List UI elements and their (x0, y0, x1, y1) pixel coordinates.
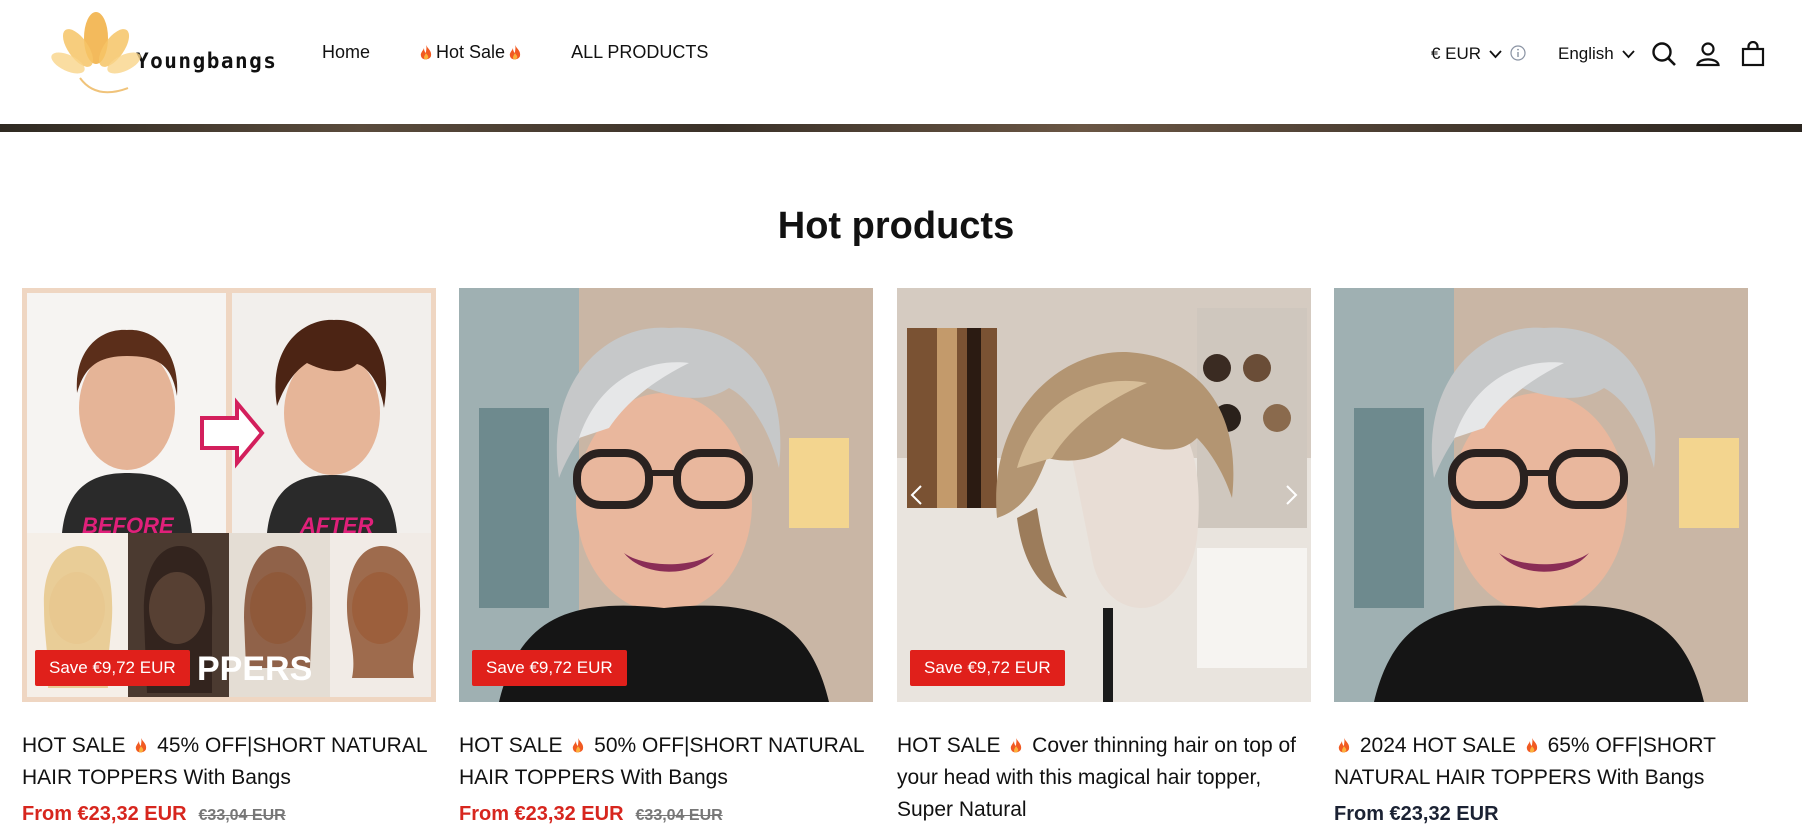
product-title[interactable]: 2024 HOT SALE 65% OFF|SHORT NATURAL HAIR… (1334, 730, 1748, 794)
fire-icon (1338, 738, 1350, 753)
fire-icon (136, 738, 147, 753)
chevron-down-icon (1622, 49, 1635, 58)
product-card[interactable]: Save €9,72 EUR HOT SALE Cover thinning h… (897, 288, 1311, 826)
fire-icon (420, 44, 432, 59)
after-label: AFTER (299, 513, 373, 538)
product-title[interactable]: HOT SALE 50% OFF|SHORT NATURAL HAIR TOPP… (459, 730, 873, 794)
title-prefix: HOT SALE (22, 734, 126, 757)
image-overlay-word: PPERS (197, 650, 312, 688)
chevron-down-icon (1489, 49, 1502, 58)
product-card[interactable]: 2024 HOT SALE 65% OFF|SHORT NATURAL HAIR… (1334, 288, 1748, 826)
fire-icon (1526, 738, 1537, 753)
currency-selector[interactable]: € EUR (1431, 44, 1502, 64)
product-image[interactable]: Save €9,72 EUR (459, 288, 873, 702)
product-card[interactable]: Save €9,72 EUR HOT SALE 50% OFF|SHORT NA… (459, 288, 873, 826)
title-prefix: 2024 HOT SALE (1359, 734, 1516, 757)
nav-hot-sale[interactable]: Hot Sale (416, 42, 525, 63)
cart-icon[interactable] (1739, 40, 1767, 68)
product-image[interactable] (1334, 288, 1748, 702)
nav-all-products[interactable]: ALL PRODUCTS (571, 42, 708, 63)
product-card[interactable]: BEFORE AFTER PPERS Save €9,72 EUR HOT SA… (22, 288, 436, 826)
title-prefix: HOT SALE (897, 734, 1001, 757)
brand-logo[interactable]: Youngbangs (50, 8, 280, 100)
compare-price: €33,04 EUR (635, 807, 723, 824)
price-row: From €23,32 EUR (1334, 803, 1748, 826)
language-selector[interactable]: English (1558, 44, 1635, 64)
sale-badge: Save €9,72 EUR (910, 650, 1065, 686)
carousel-next-icon[interactable] (1279, 478, 1305, 512)
sale-badge: Save €9,72 EUR (35, 650, 190, 686)
info-icon[interactable] (1510, 45, 1526, 66)
site-header: Youngbangs Home Hot Sale ALL PRODUCTS € … (0, 0, 1802, 124)
currency-value: € EUR (1431, 44, 1482, 63)
account-icon[interactable] (1694, 40, 1722, 68)
nav-hot-sale-label: Hot Sale (436, 42, 506, 62)
product-title[interactable]: HOT SALE 45% OFF|SHORT NATURAL HAIR TOPP… (22, 730, 436, 794)
sale-price: From €23,32 EUR (459, 803, 624, 825)
brand-name: Youngbangs (136, 49, 278, 73)
product-image[interactable]: Save €9,72 EUR (897, 288, 1311, 702)
product-title[interactable]: HOT SALE Cover thinning hair on top of y… (897, 730, 1311, 826)
fire-icon (509, 44, 521, 59)
fire-icon (1011, 738, 1022, 753)
before-label: BEFORE (82, 513, 175, 538)
nav-home[interactable]: Home (322, 42, 370, 63)
product-image[interactable]: BEFORE AFTER PPERS Save €9,72 EUR (22, 288, 436, 702)
compare-price: €33,04 EUR (198, 807, 286, 824)
section-title: Hot products (777, 205, 1015, 247)
fire-icon (573, 738, 584, 753)
language-value: English (1558, 44, 1614, 63)
search-icon[interactable] (1650, 40, 1678, 68)
hero-banner-edge (0, 124, 1802, 132)
price-row: From €23,32 EUR €33,04 EUR (22, 803, 436, 826)
sale-price: From €23,32 EUR (22, 803, 187, 825)
sale-badge: Save €9,72 EUR (472, 650, 627, 686)
sale-price: From €23,32 EUR (1334, 803, 1499, 825)
title-prefix: HOT SALE (459, 734, 563, 757)
carousel-prev-icon[interactable] (903, 478, 929, 512)
main-nav: Home Hot Sale ALL PRODUCTS (322, 42, 708, 63)
lotus-icon (50, 8, 142, 100)
price-row: From €23,32 EUR €33,04 EUR (459, 803, 873, 826)
